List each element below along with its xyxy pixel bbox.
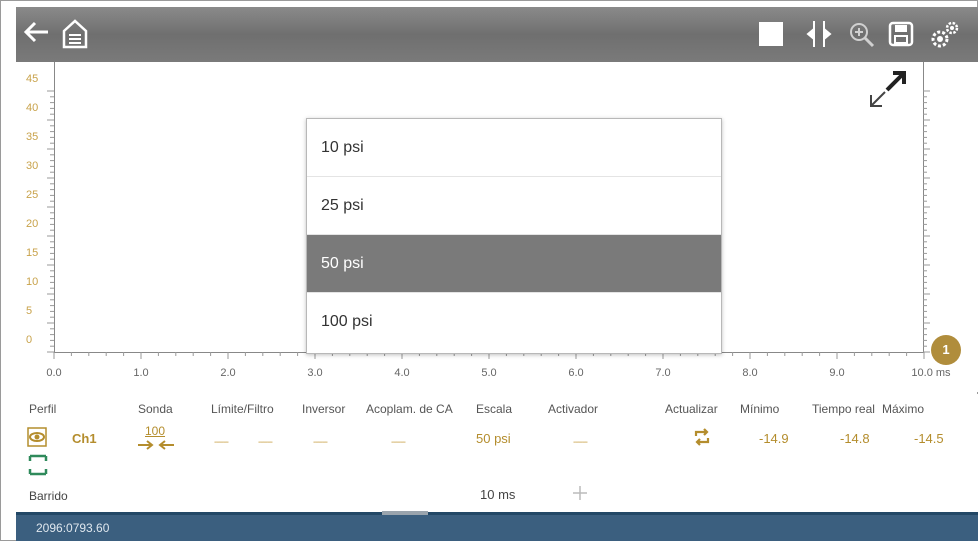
channel-settings-panel: Perfil Sonda Límite/Filtro Inversor Acop… bbox=[16, 394, 978, 512]
header-escala: Escala bbox=[476, 402, 513, 416]
x-tick: 4.0 bbox=[394, 367, 410, 379]
bracket-icon bbox=[28, 454, 48, 481]
dropdown-option[interactable]: 100 psi bbox=[307, 293, 721, 351]
scale-dropdown[interactable]: 10 psi 25 psi 50 psi 100 psi bbox=[306, 118, 722, 354]
add-icon[interactable] bbox=[570, 483, 590, 508]
barrido-value[interactable]: 10 ms bbox=[480, 487, 515, 502]
stop-square-icon[interactable] bbox=[759, 22, 783, 51]
cursor-icon[interactable] bbox=[805, 19, 833, 54]
x-tick: 1.0 bbox=[133, 367, 149, 379]
header-sonda: Sonda bbox=[138, 402, 173, 416]
toolbar bbox=[16, 7, 978, 62]
x-tick: 10.0 ms bbox=[911, 367, 951, 379]
channel-marker-badge[interactable]: 1 bbox=[931, 335, 961, 365]
probe-arrows-icon bbox=[136, 438, 176, 456]
dropdown-option-selected[interactable]: 50 psi bbox=[307, 235, 721, 293]
maximum-value: -14.5 bbox=[914, 431, 944, 446]
settings-icon[interactable] bbox=[928, 17, 962, 56]
probe-selector[interactable]: 100 bbox=[136, 424, 176, 452]
status-bar: 2096:0793.60 bbox=[16, 513, 978, 541]
limit-value[interactable]: ------ bbox=[214, 437, 229, 448]
x-tick: 9.0 bbox=[829, 367, 845, 379]
status-divider bbox=[16, 512, 978, 515]
save-icon[interactable] bbox=[888, 21, 914, 52]
probe-value: 100 bbox=[145, 424, 166, 438]
expand-icon[interactable] bbox=[867, 70, 907, 115]
minimum-value: -14.9 bbox=[759, 431, 789, 446]
x-tick: 5.0 bbox=[481, 367, 497, 379]
header-acoplam: Acoplam. de CA bbox=[366, 402, 453, 416]
inverter-value[interactable]: ------ bbox=[313, 437, 328, 448]
refresh-icon[interactable] bbox=[692, 427, 712, 452]
dropdown-option[interactable]: 10 psi bbox=[307, 119, 721, 177]
back-arrow-icon[interactable] bbox=[22, 17, 52, 52]
x-tick: 0.0 bbox=[46, 367, 62, 379]
header-limite: Límite/Filtro bbox=[211, 402, 274, 416]
ac-coupling-value[interactable]: ------ bbox=[391, 437, 406, 448]
header-tiempo-real: Tiempo real bbox=[812, 402, 875, 416]
header-activador: Activador bbox=[548, 402, 599, 416]
realtime-value: -14.8 bbox=[840, 431, 870, 446]
x-tick: 6.0 bbox=[568, 367, 584, 379]
trigger-value[interactable]: ------ bbox=[573, 437, 588, 448]
home-icon[interactable] bbox=[60, 17, 90, 54]
header-actualizar: Actualizar bbox=[665, 402, 718, 416]
barrido-label: Barrido bbox=[29, 489, 68, 503]
header-minimo: Mínimo bbox=[740, 402, 780, 416]
channel-label[interactable]: Ch1 bbox=[72, 431, 97, 446]
x-tick: 7.0 bbox=[655, 367, 671, 379]
status-text: 2096:0793.60 bbox=[36, 521, 110, 535]
scale-value[interactable]: 50 psi bbox=[476, 431, 511, 446]
header-inversor: Inversor bbox=[302, 402, 346, 416]
header-perfil: Perfil bbox=[29, 402, 57, 416]
dropdown-option[interactable]: 25 psi bbox=[307, 177, 721, 235]
x-tick: 3.0 bbox=[307, 367, 323, 379]
zoom-icon[interactable] bbox=[848, 21, 876, 54]
filter-value[interactable]: ------ bbox=[258, 437, 273, 448]
eye-icon[interactable] bbox=[27, 427, 47, 452]
drawer-handle[interactable] bbox=[382, 511, 428, 515]
x-tick: 2.0 bbox=[220, 367, 236, 379]
header-maximo: Máximo bbox=[882, 402, 925, 416]
x-tick: 8.0 bbox=[742, 367, 758, 379]
